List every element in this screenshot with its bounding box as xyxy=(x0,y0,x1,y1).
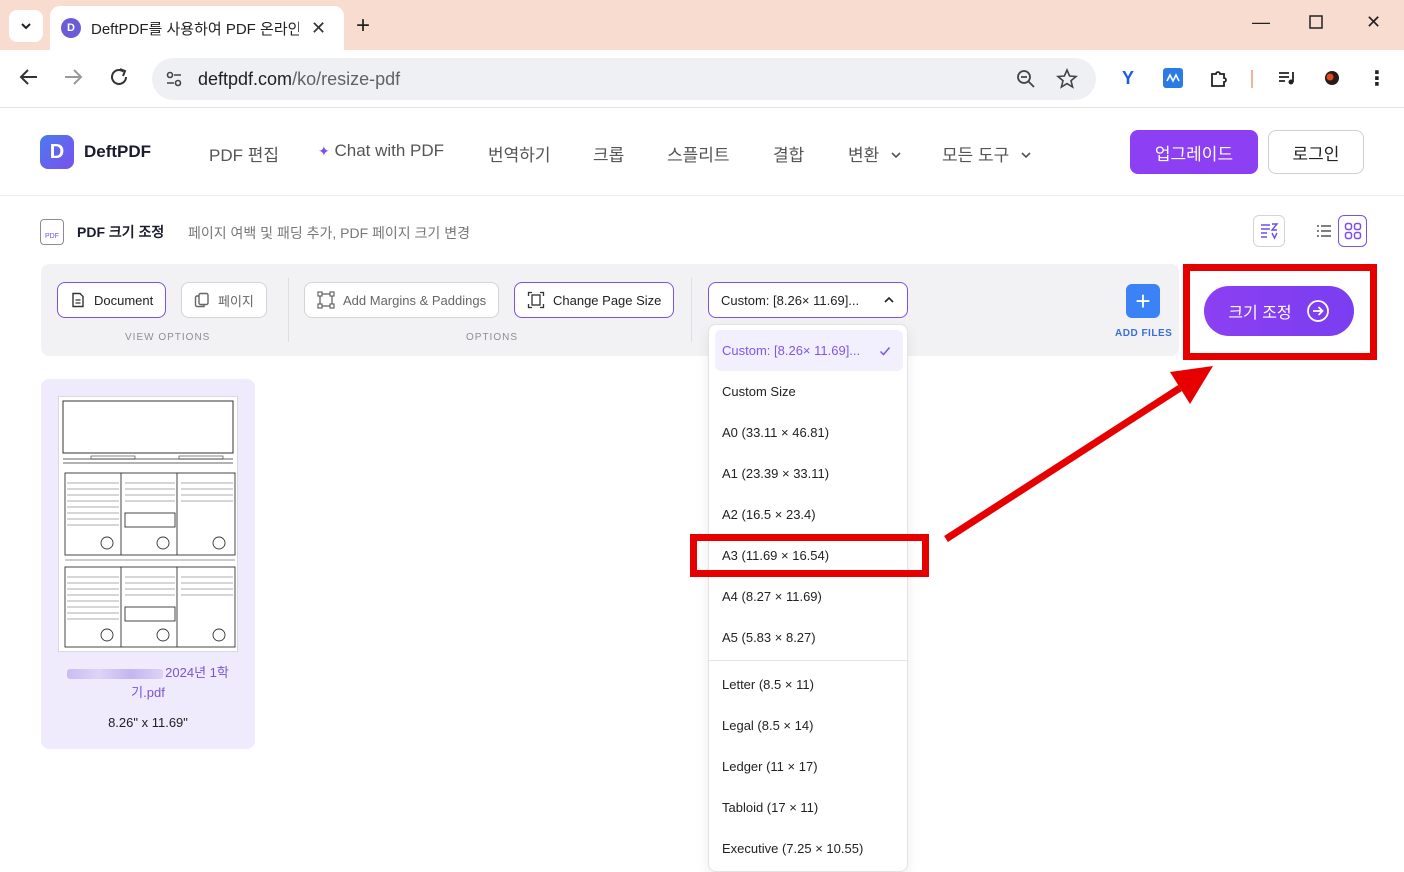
sparkle-icon: ✦ xyxy=(318,143,330,159)
extension-app-icon[interactable] xyxy=(1161,66,1185,90)
pdf-thumbnail xyxy=(58,396,238,652)
list-icon xyxy=(1316,225,1331,237)
sort-az-icon xyxy=(1261,223,1279,240)
chevron-down-icon xyxy=(21,23,31,30)
toolbar-separator xyxy=(691,278,692,342)
redacted-filename-blur xyxy=(67,668,164,679)
toolbar-divider xyxy=(1251,70,1253,88)
zoom-icon[interactable] xyxy=(1016,69,1036,89)
file-page-size: 8.26" x 11.69" xyxy=(108,715,188,730)
profile-avatar-icon[interactable] xyxy=(1320,66,1344,90)
file-name: 2024년 1학 기.pdf xyxy=(41,663,255,703)
bookmark-star-icon[interactable] xyxy=(1056,68,1078,90)
address-bar[interactable]: deftpdf.com/ko/resize-pdf xyxy=(152,58,1096,100)
sort-button[interactable] xyxy=(1253,215,1285,247)
browser-menu-icon[interactable]: ⋮ xyxy=(1365,66,1389,90)
list-view-button[interactable] xyxy=(1309,215,1338,247)
nav-merge[interactable]: 결합 xyxy=(773,141,804,166)
file-card[interactable]: 2024년 1학 기.pdf 8.26" x 11.69" xyxy=(41,379,255,749)
login-button[interactable]: 로그인 xyxy=(1268,130,1364,174)
extension-v-icon[interactable]: Y xyxy=(1116,66,1140,90)
nav-all-tools[interactable]: 모든 도구 xyxy=(942,141,1032,166)
add-files-label[interactable]: ADD FILES xyxy=(1115,328,1172,339)
page-size-select-value: Custom: [8.26× 11.69]... xyxy=(721,292,860,308)
page-size-dropdown: Custom: [8.26× 11.69]... Custom Size A0 … xyxy=(708,324,908,872)
option-custom-size[interactable]: Custom Size xyxy=(709,371,907,412)
grid-view-button[interactable] xyxy=(1338,215,1367,247)
favicon-icon: D xyxy=(61,18,81,38)
url-text: deftpdf.com/ko/resize-pdf xyxy=(198,69,401,89)
option-tabloid[interactable]: Tabloid (17 × 11) xyxy=(709,787,907,828)
chevron-up-icon xyxy=(884,296,894,303)
view-toggle xyxy=(1309,215,1368,247)
grid-icon xyxy=(1344,222,1361,240)
pdf-page-preview-image xyxy=(62,400,236,648)
new-tab-button[interactable]: + xyxy=(356,12,370,40)
browser-toolbar: deftpdf.com/ko/resize-pdf Y ⋮ xyxy=(0,50,1404,108)
options-label: OPTIONS xyxy=(466,332,519,343)
pdf-file-icon: PDF xyxy=(40,219,64,245)
nav-pdf-edit[interactable]: PDF 편집 xyxy=(209,141,279,166)
change-page-size-button[interactable]: Change Page Size xyxy=(514,282,675,318)
close-tab-icon[interactable]: ✕ xyxy=(311,18,326,39)
upgrade-button[interactable]: 업그레이드 xyxy=(1130,130,1258,174)
margins-icon xyxy=(317,291,335,309)
nav-crop[interactable]: 크롭 xyxy=(593,141,624,166)
options-toolbar: Document 페이지 VIEW OPTIONS Add Margins & … xyxy=(41,264,1179,356)
document-view-button[interactable]: Document xyxy=(57,282,167,318)
arrow-right-circle-icon xyxy=(1306,300,1329,322)
nav-chat-with-pdf[interactable]: ✦ Chat with PDF xyxy=(318,141,444,161)
page-view-button[interactable]: 페이지 xyxy=(181,282,267,318)
page-size-icon xyxy=(527,291,545,309)
minimize-icon[interactable]: — xyxy=(1252,12,1270,33)
option-ledger[interactable]: Ledger (11 × 17) xyxy=(709,746,907,787)
option-a1[interactable]: A1 (23.39 × 33.11) xyxy=(709,453,907,494)
plus-icon: + xyxy=(1135,286,1151,316)
nav-translate[interactable]: 번역하기 xyxy=(488,141,551,166)
page-title: PDF 크기 조정 xyxy=(77,224,165,240)
tab-search-button[interactable] xyxy=(9,10,43,42)
add-files-button[interactable]: + xyxy=(1126,284,1160,318)
reload-icon[interactable] xyxy=(108,66,130,94)
logo-text[interactable]: DeftPDF xyxy=(84,142,151,162)
maximize-icon[interactable] xyxy=(1308,14,1324,35)
close-window-icon[interactable]: ✕ xyxy=(1366,12,1381,33)
option-custom-current[interactable]: Custom: [8.26× 11.69]... xyxy=(715,330,903,371)
chevron-down-icon xyxy=(891,152,901,159)
document-icon xyxy=(72,292,84,308)
nav-split[interactable]: 스플리트 xyxy=(667,141,730,166)
deftpdf-logo-icon[interactable]: D xyxy=(40,135,74,169)
option-a4[interactable]: A4 (8.27 × 11.69) xyxy=(709,576,907,617)
resize-button[interactable]: 크기 조정 xyxy=(1204,286,1354,336)
option-a2[interactable]: A2 (16.5 × 23.4) xyxy=(709,494,907,535)
pages-icon xyxy=(194,292,209,308)
page-size-select[interactable]: Custom: [8.26× 11.69]... xyxy=(708,282,908,318)
option-a5[interactable]: A5 (5.83 × 8.27) xyxy=(709,617,907,658)
option-letter[interactable]: Letter (8.5 × 11) xyxy=(709,664,907,705)
option-a0[interactable]: A0 (33.11 × 46.81) xyxy=(709,412,907,453)
toolbar-separator xyxy=(288,278,289,342)
dropdown-separator xyxy=(709,660,907,661)
extensions-puzzle-icon[interactable] xyxy=(1207,66,1231,90)
add-margins-button[interactable]: Add Margins & Paddings xyxy=(304,282,500,318)
option-executive[interactable]: Executive (7.25 × 10.55) xyxy=(709,828,907,869)
browser-tab-bar: D DeftPDF를 사용하여 PDF 온라인 ✕ + — ✕ xyxy=(0,0,1404,50)
tab-title: DeftPDF를 사용하여 PDF 온라인 xyxy=(91,20,299,38)
view-options-label: VIEW OPTIONS xyxy=(125,332,211,343)
nav-convert[interactable]: 변환 xyxy=(848,141,902,166)
chevron-down-icon xyxy=(1021,152,1031,159)
back-icon[interactable] xyxy=(18,66,40,94)
annotation-highlight-a3 xyxy=(690,534,929,577)
forward-icon[interactable] xyxy=(62,66,84,94)
browser-tab[interactable]: D DeftPDF를 사용하여 PDF 온라인 ✕ xyxy=(50,6,344,50)
site-header: D DeftPDF PDF 편집 ✦ Chat with PDF 번역하기 크롭… xyxy=(0,108,1404,196)
media-control-icon[interactable] xyxy=(1275,66,1299,90)
site-settings-icon[interactable] xyxy=(164,69,184,89)
page-subtitle: 페이지 여백 및 패딩 추가, PDF 페이지 크기 변경 xyxy=(188,225,470,241)
option-legal[interactable]: Legal (8.5 × 14) xyxy=(709,705,907,746)
check-icon xyxy=(879,346,891,356)
